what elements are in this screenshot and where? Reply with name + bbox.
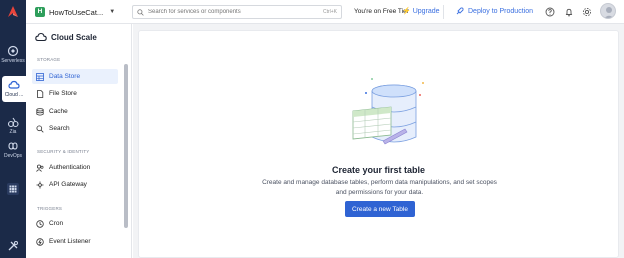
rail-label: DevOps: [3, 153, 23, 159]
users-icon: [36, 164, 44, 172]
database-table-illustration: [352, 78, 424, 145]
panel-title-text: Cloud Scale: [51, 32, 97, 42]
search-icon: [137, 8, 144, 16]
rail-item-zia[interactable]: Zia: [0, 116, 26, 135]
tools-icon[interactable]: [7, 240, 19, 252]
rail-item-cloud-scale[interactable]: Cloud ...: [2, 76, 26, 102]
event-icon: [36, 237, 44, 246]
nav-item-file-store[interactable]: File Store: [32, 86, 118, 101]
deploy-to-production-button[interactable]: Deploy to Production: [456, 7, 533, 15]
panel-title: Cloud Scale: [35, 31, 97, 43]
search-shortcut: Ctrl+K: [322, 9, 337, 15]
empty-state-card: Create your first table Create and manag…: [138, 30, 619, 258]
nav-label: Data Store: [49, 73, 81, 80]
upgrade-icon: ⚡: [402, 8, 411, 15]
nav-label: File Store: [49, 90, 77, 97]
nav-label: Cron: [49, 220, 64, 227]
help-icon[interactable]: [545, 7, 555, 17]
nav-label: Cache: [49, 108, 68, 115]
panel-scrollbar[interactable]: [124, 64, 128, 228]
upgrade-link[interactable]: ⚡ Upgrade: [402, 7, 440, 16]
grid-icon[interactable]: [7, 183, 19, 195]
section-label-security: SECURITY & IDENTITY: [37, 149, 90, 154]
rocket-icon: [456, 7, 464, 15]
cache-icon: [36, 107, 44, 115]
top-bar: H HowToUseCat... ▼ Ctrl+K You're on Free…: [26, 0, 624, 24]
project-badge: H: [35, 7, 45, 17]
search-icon: [36, 124, 44, 133]
file-icon: [37, 89, 44, 98]
rail-label: Serverless: [1, 58, 25, 64]
clock-icon: [36, 219, 44, 228]
main-content: Create your first table Create and manag…: [133, 24, 624, 258]
user-icon: [604, 7, 614, 18]
bell-icon[interactable]: [564, 7, 574, 17]
table-icon: [36, 72, 44, 81]
rail-label: Cloud ...: [4, 92, 24, 98]
nav-item-api-gateway[interactable]: API Gateway: [32, 177, 118, 192]
serverless-icon: [7, 45, 19, 57]
side-panel: Cloud Scale STORAGE Data Store File Stor…: [26, 24, 132, 258]
devops-icon: [8, 142, 18, 150]
cloud-scale-icon: [35, 32, 47, 42]
nav-item-cache[interactable]: Cache: [32, 104, 118, 119]
nav-item-cron[interactable]: Cron: [32, 216, 118, 231]
search-input[interactable]: [148, 9, 323, 15]
gear-icon[interactable]: [582, 7, 592, 17]
nav-item-event-listener[interactable]: Event Listener: [32, 234, 118, 249]
upgrade-label: Upgrade: [412, 7, 440, 15]
chevron-down-icon: ▼: [109, 9, 116, 15]
catalyst-logo-icon[interactable]: [5, 4, 21, 20]
nav-label: Authentication: [49, 164, 91, 171]
rail-item-devops[interactable]: DevOps: [0, 140, 26, 159]
cloud-scale-icon: [8, 80, 20, 89]
rail-label: Zia: [9, 129, 17, 135]
gateway-icon: [36, 181, 44, 188]
nav-label: API Gateway: [49, 181, 87, 188]
empty-state-description: Create and manage database tables, perfo…: [262, 179, 497, 196]
project-selector[interactable]: H HowToUseCat... ▼: [35, 5, 115, 19]
app-rail: Serverless Cloud ... Zia DevOps: [0, 0, 26, 258]
tier-text: You're on Free Tier: [354, 8, 409, 15]
divider: [443, 5, 444, 19]
nav-item-authentication[interactable]: Authentication: [32, 160, 118, 175]
nav-item-search[interactable]: Search: [32, 121, 118, 136]
empty-state-title: Create your first table: [331, 165, 426, 175]
deploy-label: Deploy to Production: [468, 7, 533, 15]
project-name: HowToUseCat...: [49, 7, 104, 17]
section-label-storage: STORAGE: [37, 57, 61, 62]
nav-label: Event Listener: [49, 238, 91, 245]
create-table-button[interactable]: Create a new Table: [345, 201, 415, 217]
nav-item-data-store[interactable]: Data Store: [32, 69, 118, 84]
nav-label: Search: [49, 125, 70, 132]
search-box[interactable]: Ctrl+K: [132, 5, 342, 19]
rail-item-serverless[interactable]: Serverless: [0, 45, 26, 64]
zia-icon: [7, 117, 19, 128]
section-label-triggers: TRIGGERS: [37, 206, 63, 211]
avatar[interactable]: [600, 3, 616, 19]
